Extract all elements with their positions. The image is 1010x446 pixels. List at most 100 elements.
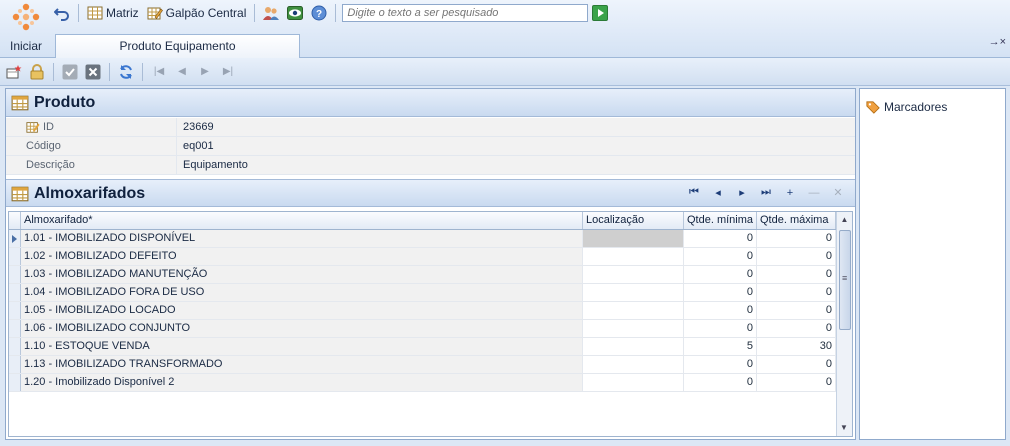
cell-almoxarifado[interactable]: 1.20 - Imobilizado Disponível 2 xyxy=(21,374,583,391)
cell-qtde-maxima[interactable]: 30 xyxy=(757,338,836,355)
cell-localizacao[interactable] xyxy=(583,374,684,391)
next-icon: ▶ xyxy=(201,66,209,77)
col-qtde-minima[interactable]: Qtde. mínima xyxy=(684,212,757,229)
search-go-button[interactable] xyxy=(592,5,609,21)
nav-remove-icon[interactable]: — xyxy=(807,187,821,199)
cell-localizacao[interactable] xyxy=(583,230,684,247)
cell-qtde-minima[interactable]: 0 xyxy=(684,302,757,319)
galpao-label: Galpão Central xyxy=(165,6,247,20)
cell-qtde-minima[interactable]: 0 xyxy=(684,266,757,283)
cell-qtde-minima[interactable]: 5 xyxy=(684,338,757,355)
cell-localizacao[interactable] xyxy=(583,284,684,301)
cell-almoxarifado[interactable]: 1.02 - IMOBILIZADO DEFEITO xyxy=(21,248,583,265)
table-row[interactable]: 1.01 - IMOBILIZADO DISPONÍVEL 0 0 xyxy=(9,230,836,248)
matriz-button[interactable]: Matriz xyxy=(85,3,141,23)
lock-button[interactable] xyxy=(27,62,47,82)
table-row[interactable]: 1.20 - Imobilizado Disponível 2 00 xyxy=(9,374,836,392)
cell-qtde-maxima[interactable]: 0 xyxy=(757,374,836,391)
search-input[interactable] xyxy=(342,4,589,22)
nav-add-icon[interactable]: + xyxy=(783,187,797,199)
row-indicator xyxy=(9,302,21,319)
cell-almoxarifado[interactable]: 1.13 - IMOBILIZADO TRANSFORMADO xyxy=(21,356,583,373)
cell-qtde-minima[interactable]: 0 xyxy=(684,230,757,247)
new-record-icon xyxy=(6,64,22,78)
cell-qtde-maxima[interactable]: 0 xyxy=(757,356,836,373)
scroll-up-icon[interactable]: ▲ xyxy=(837,212,852,228)
almox-grid: Almoxarifado* Localização Qtde. mínima Q… xyxy=(8,211,853,437)
users-button[interactable] xyxy=(261,3,281,23)
cell-localizacao[interactable] xyxy=(583,356,684,373)
prev-record-button[interactable]: ◀ xyxy=(172,62,192,82)
cell-qtde-minima[interactable]: 0 xyxy=(684,320,757,337)
cell-almoxarifado[interactable]: 1.01 - IMOBILIZADO DISPONÍVEL xyxy=(21,230,583,247)
cell-qtde-minima[interactable]: 0 xyxy=(684,248,757,265)
matriz-label: Matriz xyxy=(106,6,139,20)
galpao-button[interactable]: Galpão Central xyxy=(145,3,249,23)
tab-produto-equipamento[interactable]: Produto Equipamento xyxy=(55,34,300,58)
cancel-button[interactable] xyxy=(83,62,103,82)
cell-qtde-maxima[interactable]: 0 xyxy=(757,284,836,301)
nav-next-icon[interactable]: ▸ xyxy=(735,186,749,199)
table-row[interactable]: 1.03 - IMOBILIZADO MANUTENÇÃO 0 0 xyxy=(9,266,836,284)
scroll-thumb[interactable] xyxy=(839,230,851,330)
table-icon xyxy=(11,186,29,202)
undo-button[interactable] xyxy=(52,3,72,23)
cell-qtde-maxima[interactable]: 0 xyxy=(757,266,836,283)
id-label: ID xyxy=(43,121,54,133)
codigo-value[interactable]: eq001 xyxy=(176,137,855,155)
cell-localizacao[interactable] xyxy=(583,302,684,319)
cell-qtde-minima[interactable]: 0 xyxy=(684,374,757,391)
cell-qtde-maxima[interactable]: 0 xyxy=(757,302,836,319)
new-record-button[interactable] xyxy=(4,62,24,82)
start-button[interactable]: Iniciar xyxy=(0,0,52,58)
vertical-scrollbar[interactable]: ▲ ▼ xyxy=(836,212,852,436)
cell-qtde-maxima[interactable]: 0 xyxy=(757,248,836,265)
nav-prev-icon[interactable]: ◂ xyxy=(711,186,725,199)
property-label: ID xyxy=(6,118,176,136)
cell-qtde-maxima[interactable]: 0 xyxy=(757,320,836,337)
pin-close-icon[interactable]: →× xyxy=(989,36,1006,48)
cell-localizacao[interactable] xyxy=(583,320,684,337)
nav-cancel-icon[interactable]: ✕ xyxy=(831,186,845,199)
cell-almoxarifado[interactable]: 1.10 - ESTOQUE VENDA xyxy=(21,338,583,355)
table-row[interactable]: 1.04 - IMOBILIZADO FORA DE USO 0 0 xyxy=(9,284,836,302)
col-almoxarifado[interactable]: Almoxarifado* xyxy=(21,212,583,229)
table-row[interactable]: 1.06 - IMOBILIZADO CONJUNTO 0 0 xyxy=(9,320,836,338)
cell-almoxarifado[interactable]: 1.05 - IMOBILIZADO LOCADO xyxy=(21,302,583,319)
table-row[interactable]: 1.05 - IMOBILIZADO LOCADO 0 0 xyxy=(9,302,836,320)
undo-icon xyxy=(54,8,69,21)
cell-almoxarifado[interactable]: 1.03 - IMOBILIZADO MANUTENÇÃO xyxy=(21,266,583,283)
last-record-button[interactable]: ▶| xyxy=(218,62,238,82)
help-button[interactable]: ? xyxy=(309,3,329,23)
view-button[interactable] xyxy=(285,3,305,23)
table-row[interactable]: 1.10 - ESTOQUE VENDA 5 30 xyxy=(9,338,836,356)
edit-grid-icon xyxy=(147,7,163,20)
help-icon: ? xyxy=(311,5,327,21)
confirm-button[interactable] xyxy=(60,62,80,82)
col-localizacao[interactable]: Localização xyxy=(583,212,684,229)
nav-first-icon[interactable]: ⏮ xyxy=(687,186,701,199)
cell-almoxarifado[interactable]: 1.06 - IMOBILIZADO CONJUNTO xyxy=(21,320,583,337)
row-indicator xyxy=(9,338,21,355)
refresh-button[interactable] xyxy=(116,62,136,82)
cell-qtde-minima[interactable]: 0 xyxy=(684,284,757,301)
almox-title: Almoxarifados xyxy=(34,185,146,202)
cell-localizacao[interactable] xyxy=(583,248,684,265)
marcadores-item[interactable]: Marcadores xyxy=(866,100,947,114)
next-record-button[interactable]: ▶ xyxy=(195,62,215,82)
cell-almoxarifado[interactable]: 1.04 - IMOBILIZADO FORA DE USO xyxy=(21,284,583,301)
descricao-value[interactable]: Equipamento xyxy=(176,156,855,174)
table-row[interactable]: 1.02 - IMOBILIZADO DEFEITO 0 0 xyxy=(9,248,836,266)
table-row[interactable]: 1.13 - IMOBILIZADO TRANSFORMADO 0 0 xyxy=(9,356,836,374)
first-record-button[interactable]: |◀ xyxy=(149,62,169,82)
nav-last-icon[interactable]: ⏭ xyxy=(759,186,773,199)
cell-localizacao[interactable] xyxy=(583,338,684,355)
id-value[interactable]: 23669 xyxy=(176,118,855,136)
cell-qtde-minima[interactable]: 0 xyxy=(684,356,757,373)
separator xyxy=(335,4,337,22)
cell-localizacao[interactable] xyxy=(583,266,684,283)
scroll-down-icon[interactable]: ▼ xyxy=(837,420,851,436)
cell-qtde-maxima[interactable]: 0 xyxy=(757,230,836,247)
prev-icon: ◀ xyxy=(178,66,186,77)
col-qtde-maxima[interactable]: Qtde. máxima xyxy=(757,212,836,229)
